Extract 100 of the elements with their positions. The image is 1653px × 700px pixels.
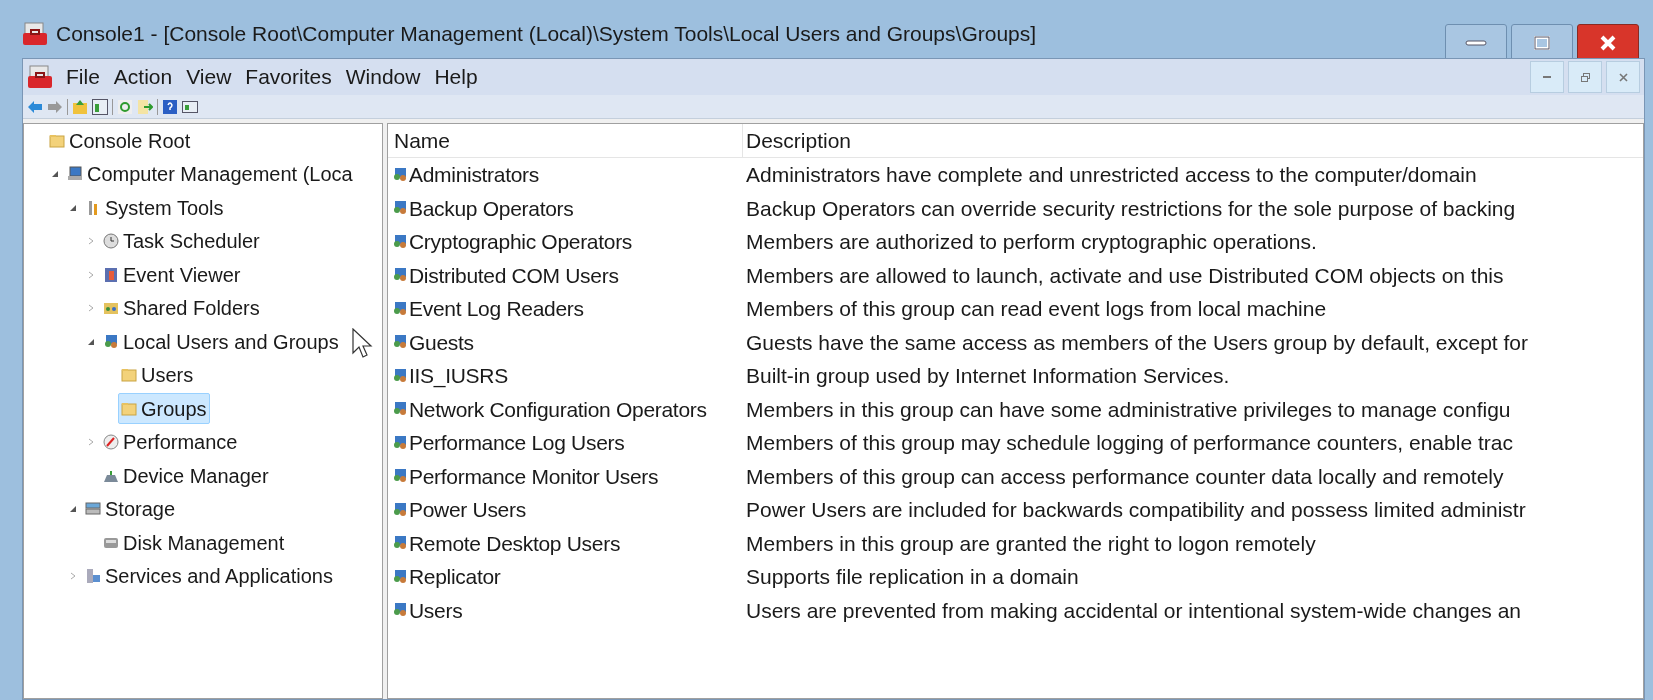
group-description: Guests have the same access as members of the Users group by default, except for: [745, 329, 1529, 356]
group-description: Members of this group can read event logs from local machine: [745, 296, 1327, 322]
group-name[interactable]: Replicator: [409, 561, 501, 593]
folder-icon: [49, 132, 65, 149]
group-name[interactable]: Cryptographic Operators: [409, 226, 633, 258]
group-name[interactable]: Performance Monitor Users: [409, 460, 659, 492]
tree-item[interactable]: Console Root: [46, 125, 194, 157]
minimize-icon: [1465, 39, 1487, 46]
group-name[interactable]: Remote Desktop Users: [409, 527, 621, 559]
group-name[interactable]: Backup Operators: [409, 192, 574, 224]
group-description: Members are allowed to launch, activate and use Distributed COM objects on this: [745, 262, 1504, 289]
forward-arrow-icon[interactable]: [47, 98, 63, 115]
tree-item[interactable]: Storage: [82, 493, 179, 525]
group-name[interactable]: Users: [409, 594, 463, 626]
action-pane-icon[interactable]: [182, 98, 198, 115]
tree-label: Device Manager: [123, 463, 269, 489]
expanded-arrow-icon[interactable]: [51, 170, 59, 179]
users-icon: [392, 434, 408, 451]
close-icon: [1599, 34, 1617, 51]
menu-item[interactable]: Favorites: [244, 61, 333, 93]
group-description: Members in this group are granted the right to logon remotely: [745, 530, 1316, 557]
users-icon: [392, 300, 408, 317]
menu-item[interactable]: File: [65, 61, 101, 93]
menu-item[interactable]: View: [185, 61, 233, 93]
tree-label: Disk Management: [123, 530, 285, 556]
tree-item[interactable]: Device Manager: [100, 460, 272, 492]
minimize-icon: [1543, 75, 1551, 79]
tree-label: System Tools: [105, 195, 224, 221]
tree-label: Task Scheduler: [123, 229, 260, 255]
group-name[interactable]: Administrators: [409, 159, 539, 191]
expanded-arrow-icon[interactable]: [87, 337, 95, 346]
group-description: Members of this group may schedule logging of performance counters, enable trac: [745, 430, 1513, 456]
group-name[interactable]: IIS_IUSRS: [409, 360, 508, 392]
group-description: Supports file replication in a domain: [745, 564, 1079, 590]
tree-label: Services and Applications: [105, 564, 333, 590]
refresh-icon[interactable]: [117, 98, 133, 115]
users-icon: [392, 166, 408, 183]
menu-item[interactable]: Help: [433, 61, 479, 93]
group-description: Power Users are included for backwards compatibility and possess limited administr: [745, 497, 1526, 523]
users-icon: [103, 333, 119, 350]
group-description: Members in this group can have some administrative privileges to manage configu: [745, 396, 1511, 423]
tree-item[interactable]: Shared Folders: [100, 292, 263, 324]
tree-item[interactable]: Local Users and Groups: [100, 326, 342, 358]
restore-button[interactable]: [1568, 61, 1602, 93]
group-name[interactable]: Distributed COM Users: [409, 259, 619, 291]
computer-icon: [67, 166, 83, 183]
users-icon: [392, 401, 408, 418]
log-icon: [103, 266, 119, 283]
tree-label: Shared Folders: [123, 296, 260, 322]
group-description: Members of this group can access performance counter data locally and remotely: [745, 463, 1504, 490]
users-icon: [392, 334, 408, 351]
folder-icon: [121, 400, 137, 417]
tree-item[interactable]: Event Viewer: [100, 259, 244, 291]
tree-label: Performance: [123, 430, 238, 456]
menu-item[interactable]: Action: [112, 61, 174, 93]
group-name[interactable]: Network Configuration Operators: [409, 393, 707, 425]
group-name[interactable]: Power Users: [409, 494, 526, 526]
export-icon[interactable]: [137, 98, 153, 115]
shared-folder-icon: [103, 300, 119, 317]
menu-item[interactable]: Window: [344, 61, 422, 93]
maximize-icon: [1534, 35, 1550, 50]
users-icon: [392, 233, 408, 250]
console-tree-icon[interactable]: [92, 98, 108, 115]
group-description: Backup Operators can override security restrictions for the sole purpose of backing: [745, 195, 1516, 222]
group-name[interactable]: Performance Log Users: [409, 427, 625, 459]
tree-label: Groups: [141, 396, 207, 422]
tree-label: Users: [141, 363, 194, 389]
tree-item[interactable]: System Tools: [82, 192, 227, 224]
users-icon: [392, 501, 408, 518]
tree-label: Event Viewer: [123, 262, 241, 288]
window-title: Console1 - [Console Root\Computer Management (Local)\System Tools\Local Users and Groups\Groups]: [56, 21, 1037, 48]
tree-item[interactable]: Services and Applications: [82, 560, 336, 592]
column-header[interactable]: Description: [743, 124, 1643, 157]
close-icon: [1618, 72, 1628, 82]
tree-label: Console Root: [69, 128, 191, 154]
help-icon[interactable]: [162, 98, 178, 115]
group-name[interactable]: Event Log Readers: [409, 293, 584, 325]
services-icon: [85, 568, 101, 585]
tree-item[interactable]: Performance: [100, 426, 241, 458]
tree-item[interactable]: Disk Management: [100, 527, 288, 559]
tree-item[interactable]: Computer Management (Loca: [64, 158, 356, 190]
tree-item[interactable]: Users: [118, 359, 197, 391]
expanded-arrow-icon[interactable]: [69, 203, 77, 212]
users-icon: [392, 468, 408, 485]
users-icon: [392, 367, 408, 384]
expanded-arrow-icon[interactable]: [69, 505, 77, 514]
users-icon: [392, 267, 408, 284]
group-description: Built-in group used by Internet Information Services.: [745, 363, 1230, 389]
group-description: Members are authorized to perform cryptographic operations.: [745, 229, 1317, 255]
users-icon: [392, 602, 408, 619]
column-header[interactable]: Name: [388, 124, 743, 157]
group-name[interactable]: Guests: [409, 326, 474, 358]
tree-item[interactable]: Groups: [118, 393, 210, 425]
storage-icon: [85, 501, 101, 518]
users-icon: [392, 568, 408, 585]
up-folder-icon[interactable]: [72, 98, 88, 115]
gauge-icon: [103, 434, 119, 451]
folder-icon: [121, 367, 137, 384]
tree-item[interactable]: Task Scheduler: [100, 225, 263, 257]
clock-icon: [103, 233, 119, 250]
